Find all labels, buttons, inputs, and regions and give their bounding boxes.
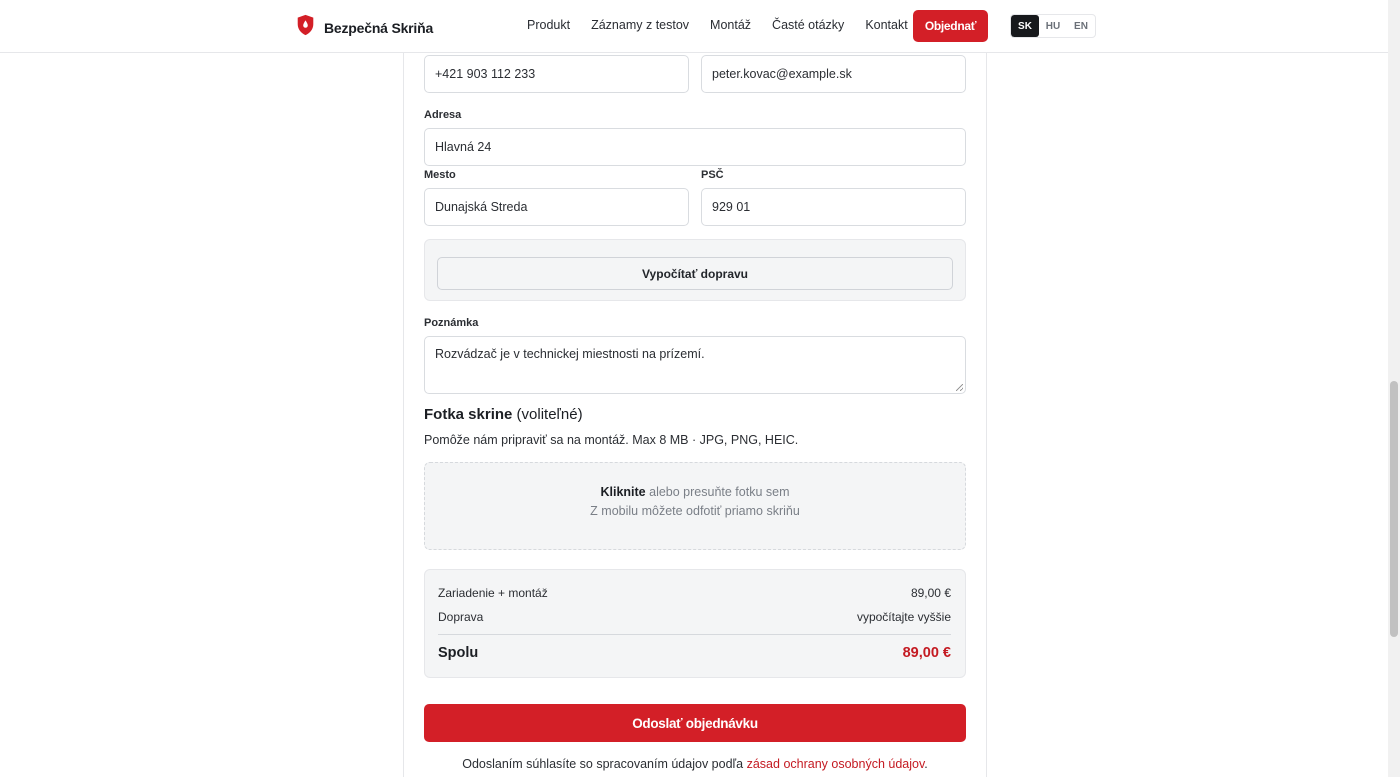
email-field[interactable]: peter.kovac@example.sk xyxy=(701,55,966,93)
dropzone-text: alebo presuňte fotku sem xyxy=(649,485,790,499)
brand-name: Bezpečná Skriňa xyxy=(324,19,434,36)
nav-item-produkt[interactable]: Produkt xyxy=(527,18,570,32)
phone-field[interactable]: +421 903 112 233 xyxy=(424,55,689,93)
note-text: Rozvádzač je v technickej miestnosti na … xyxy=(435,347,705,361)
dropzone-mobile-hint: Z mobilu môžete odfotiť priamo skriňu xyxy=(590,504,800,518)
summary-row-device: Zariadenie + montáž 89,00 € xyxy=(438,586,951,600)
summary-row-shipping: Doprava vypočítajte vyššie xyxy=(438,610,951,624)
note-label: Poznámka xyxy=(424,317,479,329)
main-nav: Produkt Záznamy z testov Montáž Časté ot… xyxy=(527,18,908,32)
photo-description: Pomôže nám pripraviť sa na montáž. Max 8… xyxy=(424,433,799,447)
dropzone-line-1: Kliknite alebo presuňte fotku sem xyxy=(425,485,965,499)
privacy-policy-link[interactable]: zásad ochrany osobných údajov xyxy=(747,757,925,771)
zip-field[interactable]: 929 01 xyxy=(701,188,966,226)
consent-text: Odoslaním súhlasíte so spracovaním údajo… xyxy=(424,757,966,771)
nav-item-kontakt[interactable]: Kontakt xyxy=(865,18,907,32)
language-switcher: SK HU EN xyxy=(1010,14,1096,38)
nav-item-montaz[interactable]: Montáž xyxy=(710,18,751,32)
brand-logo[interactable]: Bezpečná Skriňa xyxy=(296,14,433,41)
dropzone-click[interactable]: Kliknite xyxy=(600,485,645,499)
city-field[interactable]: Dunajská Streda xyxy=(424,188,689,226)
total-label: Spolu xyxy=(438,645,479,661)
lang-sk[interactable]: SK xyxy=(1011,15,1039,37)
submit-order-button[interactable]: Odoslať objednávku xyxy=(424,704,966,742)
nav-item-zaznamy[interactable]: Záznamy z testov xyxy=(591,18,689,32)
address-field[interactable]: Hlavná 24 xyxy=(424,128,966,166)
total-value: 89,00 € xyxy=(902,645,951,661)
zip-label: PSČ xyxy=(701,169,724,181)
order-summary: Zariadenie + montáž 89,00 € Doprava vypo… xyxy=(424,569,966,678)
photo-title-optional: (voliteľné) xyxy=(516,406,583,423)
address-label: Adresa xyxy=(424,109,462,121)
note-textarea[interactable]: Rozvádzač je v technickej miestnosti na … xyxy=(424,336,966,394)
resize-grip-icon[interactable] xyxy=(956,384,963,391)
city-label: Mesto xyxy=(424,169,456,181)
shipping-calc-box: Vypočítať dopravu xyxy=(424,239,966,301)
site-header: Bezpečná Skriňa Produkt Záznamy z testov… xyxy=(0,0,1388,53)
device-label: Zariadenie + montáž xyxy=(438,586,548,600)
summary-divider xyxy=(438,634,951,635)
lang-en[interactable]: EN xyxy=(1067,15,1095,37)
device-price: 89,00 € xyxy=(910,586,951,600)
scrollbar-thumb[interactable] xyxy=(1390,381,1398,637)
page-scrollbar[interactable] xyxy=(1388,0,1400,777)
consent-body: Odoslaním súhlasíte so spracovaním údajo… xyxy=(462,757,744,771)
shipping-label: Doprava xyxy=(438,610,484,624)
photo-title-bold: Fotka skrine xyxy=(424,406,513,423)
nav-item-faq[interactable]: Časté otázky xyxy=(772,18,844,32)
shield-icon xyxy=(296,14,315,41)
calculate-shipping-button[interactable]: Vypočítať dopravu xyxy=(437,257,953,290)
photo-section-title: Fotka skrine (voliteľné) xyxy=(424,406,583,423)
lang-hu[interactable]: HU xyxy=(1039,15,1067,37)
shipping-value: vypočítajte vyššie xyxy=(856,610,951,624)
order-button[interactable]: Objednať xyxy=(913,10,988,42)
photo-dropzone[interactable]: Kliknite alebo presuňte fotku sem Z mobi… xyxy=(424,462,966,550)
summary-row-total: Spolu 89,00 € xyxy=(438,645,951,661)
consent-end: . xyxy=(924,757,928,771)
